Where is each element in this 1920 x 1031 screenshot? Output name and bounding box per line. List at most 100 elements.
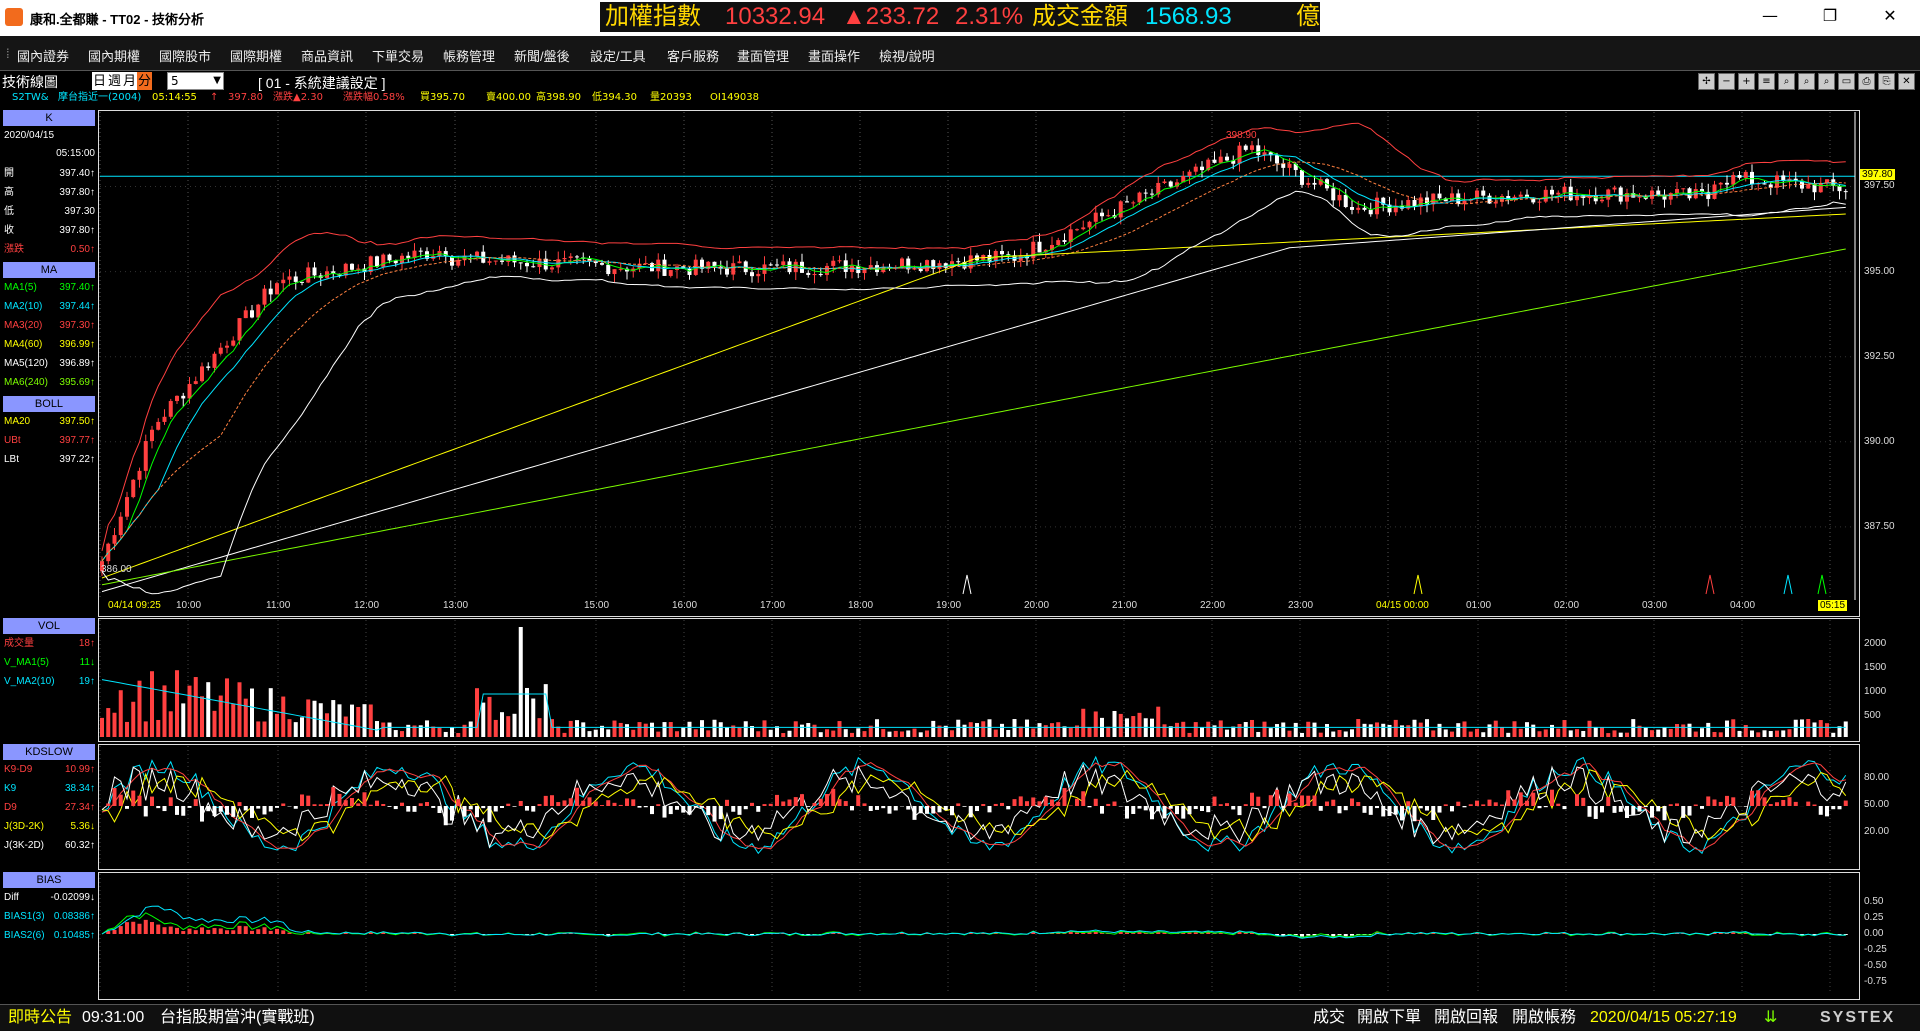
volume-bar <box>388 723 392 737</box>
candle-body <box>1613 187 1617 189</box>
kd-histogram-bar <box>1713 799 1717 806</box>
kd-histogram-bar <box>713 806 717 822</box>
candle-body <box>1150 194 1154 195</box>
kd-histogram-bar <box>1469 804 1473 806</box>
candle-body <box>1619 187 1623 201</box>
volume-bar <box>1494 721 1498 737</box>
candle-body <box>738 261 742 263</box>
bias-bar <box>225 930 229 934</box>
candle-body <box>600 263 604 265</box>
volume-bar <box>1656 730 1660 737</box>
kd-histogram-bar <box>1769 804 1773 806</box>
candle-body <box>375 256 379 266</box>
volume-bar <box>1419 723 1423 737</box>
kd-histogram-bar <box>1025 801 1029 806</box>
announce-message[interactable]: 台指股期當沖(實戰班) <box>160 1005 315 1031</box>
kd-histogram-bar <box>575 788 579 806</box>
volume-bar <box>1381 724 1385 737</box>
candle-body <box>1344 195 1348 207</box>
volume-bar <box>519 627 523 737</box>
kd-histogram-bar <box>363 792 367 806</box>
boll-upper-line <box>102 123 1846 551</box>
bias-bar <box>269 931 273 934</box>
volume-bar <box>225 678 229 737</box>
kd-histogram-bar <box>469 806 473 809</box>
kd-histogram-bar <box>1613 806 1617 813</box>
volume-bar <box>688 722 692 737</box>
kd-histogram-bar <box>1394 806 1398 815</box>
candle-body <box>1731 175 1735 185</box>
candle-body <box>1225 157 1229 161</box>
volume-bar <box>506 716 510 737</box>
kd-histogram-bar <box>1244 804 1248 806</box>
volume-bar <box>644 724 648 737</box>
volume-bar <box>956 720 960 737</box>
kd-histogram-bar <box>1663 806 1667 820</box>
volume-bar <box>1106 727 1110 737</box>
kd-histogram-bar <box>1563 806 1567 809</box>
time-axis-label: 11:00 <box>266 600 290 611</box>
kd-histogram-bar <box>1794 802 1798 806</box>
open-report-button[interactable]: 開啟回報 <box>1434 1005 1498 1031</box>
kd-histogram-bar <box>1250 793 1254 806</box>
kd-histogram-bar <box>1225 803 1229 806</box>
open-account-button[interactable]: 開啟帳務 <box>1512 1005 1576 1031</box>
kd-histogram-bar <box>263 806 267 814</box>
candle-body <box>1194 167 1198 172</box>
candle-body <box>1188 172 1192 176</box>
volume-bar <box>1594 727 1598 737</box>
candle-body <box>419 251 423 252</box>
kd-histogram-bar <box>619 805 623 806</box>
kd-histogram-bar <box>1125 806 1129 819</box>
kd-histogram-bar <box>1463 806 1467 807</box>
kd-histogram-bar <box>1494 802 1498 806</box>
volume-bar <box>1225 730 1229 737</box>
kd-histogram-bar <box>269 806 273 812</box>
candle-body <box>344 264 348 276</box>
kd-histogram-bar <box>1144 806 1148 810</box>
kd-histogram-bar <box>906 806 910 810</box>
trade-button[interactable]: 成交 <box>1313 1005 1345 1031</box>
volume-bar <box>1513 721 1517 737</box>
volume-bar <box>1788 729 1792 737</box>
volume-bar <box>1606 733 1610 737</box>
kd-histogram-bar <box>1606 797 1610 806</box>
kd-histogram-bar <box>1725 796 1729 806</box>
volume-bar <box>1069 728 1073 737</box>
kd-histogram-bar <box>831 789 835 806</box>
bias-bar <box>231 930 235 934</box>
volume-bar <box>800 725 804 737</box>
download-icon: ⇊ <box>1764 1005 1777 1031</box>
kd-histogram-bar <box>631 799 635 806</box>
kd-histogram-bar <box>1163 806 1167 818</box>
bias-bar <box>1188 933 1192 934</box>
kd-histogram-bar <box>750 803 754 806</box>
volume-bar <box>888 732 892 737</box>
kd-histogram-bar <box>550 795 554 806</box>
candle-body <box>1494 202 1498 204</box>
volume-bar <box>113 713 117 737</box>
candle-body <box>1488 196 1492 204</box>
open-order-button[interactable]: 開啟下單 <box>1357 1005 1421 1031</box>
bias-axis-label: 0.25 <box>1864 912 1883 923</box>
announce-label[interactable]: 即時公告 <box>8 1005 72 1031</box>
candle-body <box>388 255 392 261</box>
volume-bar <box>300 717 304 737</box>
candle-body <box>1238 146 1242 164</box>
candle-body <box>294 276 298 281</box>
candle-body <box>606 265 610 274</box>
kd-histogram-bar <box>1556 804 1560 806</box>
volume-bar <box>456 733 460 737</box>
volume-bar <box>1631 719 1635 737</box>
candle-body <box>131 480 135 497</box>
kd-histogram-bar <box>700 806 704 808</box>
volume-bar <box>1819 720 1823 737</box>
kd-histogram-bar <box>1138 806 1142 809</box>
candle-body <box>1681 188 1685 189</box>
kd-histogram-bar <box>1156 806 1160 811</box>
kd-histogram-bar <box>438 806 442 813</box>
kd-histogram-bar <box>1088 806 1092 807</box>
volume-bar <box>325 713 329 737</box>
candle-body <box>1519 195 1523 197</box>
volume-bar <box>1244 722 1248 737</box>
